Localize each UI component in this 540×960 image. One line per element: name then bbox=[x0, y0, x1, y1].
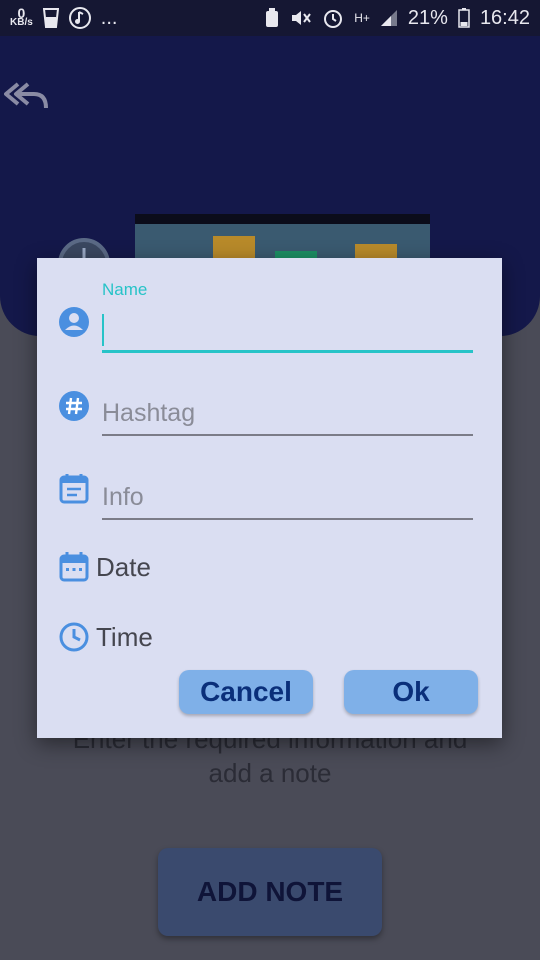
helper-text-line2: add a note bbox=[208, 758, 332, 788]
cancel-button[interactable]: Cancel bbox=[179, 670, 313, 714]
info-input[interactable] bbox=[102, 480, 472, 514]
status-right: H+ 21% 16:42 bbox=[264, 7, 530, 30]
text-cursor bbox=[102, 314, 104, 346]
battery-icon bbox=[458, 8, 470, 28]
ok-button[interactable]: Ok bbox=[344, 670, 478, 714]
name-underline bbox=[102, 350, 473, 353]
clock: 16:42 bbox=[479, 6, 530, 29]
hashtag-underline bbox=[102, 434, 473, 436]
name-input[interactable] bbox=[102, 314, 472, 348]
music-note-icon bbox=[68, 7, 91, 29]
battery-percent: 21% bbox=[407, 6, 448, 29]
person-icon bbox=[59, 307, 89, 337]
more-notifications: ... bbox=[100, 6, 118, 29]
add-note-dialog: Name Date Time Cancel Ok bbox=[37, 258, 502, 738]
time-label[interactable]: Time bbox=[96, 622, 153, 653]
mute-icon bbox=[292, 11, 312, 25]
info-underline bbox=[102, 518, 473, 520]
name-label: Name bbox=[102, 280, 148, 299]
info-note-icon bbox=[59, 474, 89, 504]
status-bar: 0 KB/s ... H+ 21% 16:42 bbox=[0, 0, 540, 36]
hashtag-icon bbox=[59, 391, 89, 421]
status-left: 0 KB/s ... bbox=[10, 6, 118, 30]
hashtag-input[interactable] bbox=[102, 396, 472, 430]
network-speed: 0 KB/s bbox=[10, 6, 33, 28]
signal-icon bbox=[380, 10, 397, 26]
recycle-icon bbox=[266, 8, 279, 27]
speed-unit: KB/s bbox=[10, 17, 33, 28]
clock-icon[interactable] bbox=[59, 622, 89, 652]
date-label[interactable]: Date bbox=[96, 552, 151, 583]
back-arrow-icon[interactable] bbox=[4, 80, 48, 112]
add-note-button[interactable]: ADD NOTE bbox=[158, 848, 382, 936]
calendar-icon[interactable] bbox=[59, 552, 89, 582]
glass-icon bbox=[42, 8, 59, 28]
alarm-icon bbox=[324, 10, 343, 28]
network-type: H+ bbox=[354, 11, 370, 25]
